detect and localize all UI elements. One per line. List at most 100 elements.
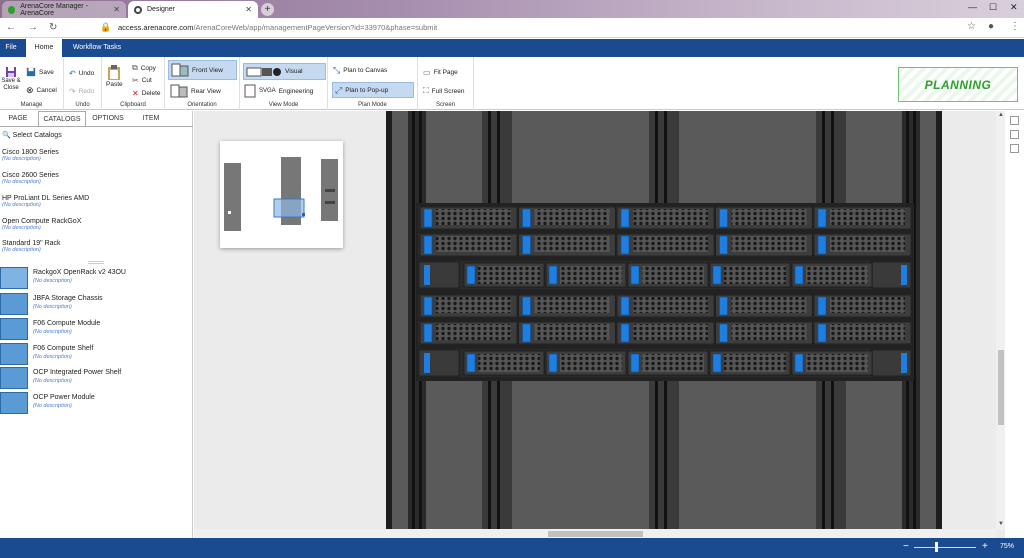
catalog-item[interactable]: Cisco 2600 Series (No description) xyxy=(2,172,59,185)
full-screen-button[interactable]: ⛶ Full Screen xyxy=(423,86,464,96)
lock-icon[interactable]: 🔒 xyxy=(100,22,111,33)
tab-page[interactable]: PAGE xyxy=(0,111,36,126)
copy-icon: ⧉ xyxy=(132,63,138,72)
ribbon-group-clipboard: Paste ⧉ Copy ✂ Cut ✕ Delete Clipboard xyxy=(102,57,165,110)
scroll-down-icon[interactable]: ▼ xyxy=(998,521,1004,527)
undo-button[interactable]: ↶ Undo xyxy=(69,69,94,78)
catalog-item[interactable]: HP ProLiant DL Series AMD (No descriptio… xyxy=(2,195,89,208)
drive-led xyxy=(817,323,827,343)
ribbon-group-screen: ▭ Fit Page ⛶ Full Screen Screen xyxy=(418,57,474,110)
cancel-button[interactable]: ⊗ Cancel xyxy=(26,85,57,96)
vent-grille xyxy=(731,297,807,313)
save-button[interactable]: Save xyxy=(26,67,54,77)
profile-icon[interactable]: ● xyxy=(988,21,994,32)
tab-catalogs[interactable]: CATALOGS xyxy=(38,111,86,126)
save-close-button[interactable]: Save & Close xyxy=(1,66,21,92)
new-tab-button[interactable]: + xyxy=(261,3,274,16)
drive-led xyxy=(620,323,630,343)
vent-grille xyxy=(534,324,610,340)
vertical-scroll-thumb[interactable] xyxy=(998,350,1004,425)
zoom-out-button[interactable]: − xyxy=(903,541,909,552)
plan-to-popup-button[interactable]: ⤢ Plan to Pop-up xyxy=(332,82,414,98)
copy-button[interactable]: ⧉ Copy xyxy=(132,63,156,73)
zoom-slider-track[interactable] xyxy=(914,547,976,548)
component-item[interactable]: F06 Compute Shelf (No description) xyxy=(0,343,192,365)
engineering-button[interactable]: SVGA Engineering xyxy=(244,84,313,98)
fit-page-button[interactable]: ▭ Fit Page xyxy=(423,68,458,77)
module-led xyxy=(548,265,558,285)
vent-grille xyxy=(534,236,610,252)
browser-tab-label: Designer xyxy=(147,6,176,13)
globe-icon xyxy=(134,5,142,14)
component-item[interactable]: OCP Integrated Power Shelf (No descripti… xyxy=(0,367,192,389)
redo-button[interactable]: ↷ Redo xyxy=(69,87,94,96)
close-window-icon[interactable]: ✕ xyxy=(1010,2,1018,13)
catalog-item[interactable]: Open Compute RackGoX (No description) xyxy=(2,218,81,231)
paste-label: Paste xyxy=(106,81,123,88)
rear-view-button[interactable]: Rear View xyxy=(170,84,221,98)
catalog-desc: (No description) xyxy=(2,156,41,162)
catalog-item[interactable]: Cisco 1800 Series (No description) xyxy=(2,149,59,162)
browser-tab-designer[interactable]: Designer ✕ xyxy=(128,1,258,18)
scroll-up-icon[interactable]: ▲ xyxy=(998,112,1004,118)
vent-grille xyxy=(436,236,511,252)
rack-front-view[interactable] xyxy=(386,111,942,529)
undo-label: Undo xyxy=(78,70,95,77)
minimize-icon[interactable]: — xyxy=(968,2,977,12)
paste-button[interactable]: Paste xyxy=(106,65,123,88)
component-title: JBFA Storage Chassis xyxy=(33,295,103,302)
catalog-title: HP ProLiant DL Series AMD xyxy=(2,195,90,202)
vent-grille xyxy=(633,209,708,225)
component-item[interactable]: F06 Compute Module (No description) xyxy=(0,318,192,340)
drive-led xyxy=(817,296,827,316)
menu-workflow-tasks[interactable]: Workflow Tasks xyxy=(66,39,128,57)
forward-icon[interactable]: → xyxy=(28,22,38,33)
tab-options[interactable]: OPTIONS xyxy=(86,111,130,126)
front-view-button[interactable]: Front View xyxy=(168,60,237,80)
maximize-icon[interactable]: ☐ xyxy=(989,2,997,13)
browser-tab-arenacore-manager[interactable]: ArenaCore Manager - ArenaCore ✕ xyxy=(2,1,126,18)
zoom-level: 75% xyxy=(1000,543,1015,550)
minimap-navigator[interactable] xyxy=(220,141,343,248)
catalog-item[interactable]: Standard 19" Rack (No description) xyxy=(2,240,61,253)
power-led xyxy=(901,265,907,285)
component-desc: (No description) xyxy=(33,304,72,310)
side-checkbox[interactable] xyxy=(1010,130,1019,139)
vent-grille xyxy=(731,324,807,340)
component-title: F06 Compute Module xyxy=(33,320,101,327)
module-led xyxy=(794,353,804,373)
side-checkbox[interactable] xyxy=(1010,144,1019,153)
zoom-in-button[interactable]: + xyxy=(982,541,988,552)
zoom-slider-thumb[interactable] xyxy=(935,542,938,552)
visual-button[interactable]: Visual xyxy=(243,63,326,80)
browser-menu-icon[interactable]: ⋮ xyxy=(1010,21,1020,32)
close-tab-icon[interactable]: ✕ xyxy=(245,5,252,14)
plan-to-canvas-button[interactable]: ⤡ Plan to Canvas xyxy=(333,65,387,76)
drive-led xyxy=(719,235,728,255)
catalog-desc: (No description) xyxy=(2,247,41,253)
arenacore-favicon-icon xyxy=(8,5,16,14)
vertical-scrollbar[interactable] xyxy=(996,111,1005,530)
delete-button[interactable]: ✕ Delete xyxy=(132,89,161,98)
menu-file[interactable]: File xyxy=(0,39,22,57)
component-item[interactable]: JBFA Storage Chassis (No description) xyxy=(0,293,192,315)
drive-led xyxy=(817,235,827,255)
power-module-thumbnail-icon xyxy=(0,392,28,414)
panel-splitter-handle[interactable] xyxy=(88,261,104,264)
catalog-title: Cisco 1800 Series xyxy=(2,149,59,156)
component-item[interactable]: RackgoX OpenRack v2 43OU (No description… xyxy=(0,267,192,289)
bookmark-star-icon[interactable]: ☆ xyxy=(967,21,976,32)
back-icon[interactable]: ← xyxy=(6,22,16,33)
side-checkbox[interactable] xyxy=(1010,116,1019,125)
tab-item[interactable]: ITEM xyxy=(130,111,172,126)
cut-button[interactable]: ✂ Cut xyxy=(132,76,152,85)
close-tab-icon[interactable]: ✕ xyxy=(113,5,120,14)
component-item[interactable]: OCP Power Module (No description) xyxy=(0,392,192,414)
vent-grille xyxy=(806,266,868,284)
select-catalogs-button[interactable]: 🔍 Select Catalogs xyxy=(2,131,62,139)
menu-home[interactable]: Home xyxy=(26,39,62,57)
url-field[interactable]: access.arenacore.com/ArenaCoreWeb/app/ma… xyxy=(118,23,437,32)
reload-icon[interactable]: ↻ xyxy=(49,22,57,33)
fit-page-icon: ▭ xyxy=(423,68,431,77)
horizontal-scroll-thumb[interactable] xyxy=(548,531,643,537)
